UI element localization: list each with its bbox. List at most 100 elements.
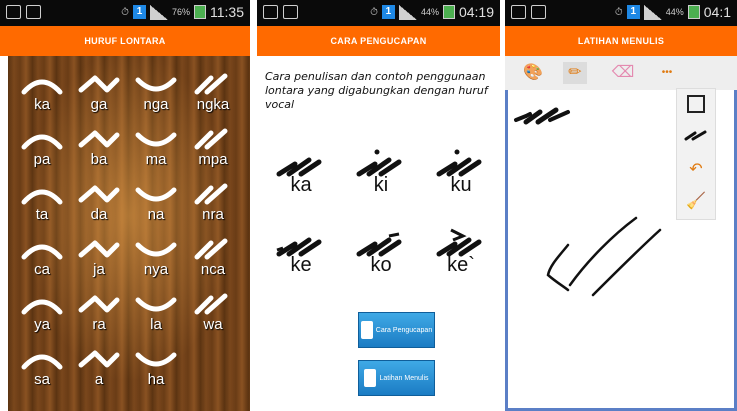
lontara-glyph	[191, 127, 235, 153]
status-bar: ⏱ 1 76% 11:35	[0, 0, 250, 26]
app-title: CARA PENGUCAPAN	[257, 26, 500, 56]
battery-icon	[442, 5, 455, 19]
lontara-glyph	[77, 182, 121, 208]
more-icon[interactable]: •••	[655, 62, 679, 84]
eraser-icon[interactable]: ⌫	[611, 62, 635, 84]
battery-icon	[194, 5, 206, 19]
message-icon	[26, 5, 41, 19]
screen-huruf-lontara: ⏱ 1 76% 11:35 HURUF LONTARA ka ga nga ngka p…	[0, 0, 250, 411]
screen-cara-pengucapan: ⏱ 1 44% 04:19 CARA PENGUCAPAN Cara penul…	[257, 0, 500, 411]
lontara-glyph	[191, 182, 235, 208]
lontara-letter-ta[interactable]: ta	[14, 180, 70, 232]
lontara-letter-sa[interactable]: sa	[14, 345, 70, 397]
stroke-icon[interactable]	[681, 123, 711, 153]
lontara-letter-nca[interactable]: nca	[185, 235, 241, 287]
letter-label: ma	[145, 151, 167, 168]
alarm-icon: ⏱	[370, 6, 378, 18]
example-label: ku	[450, 174, 472, 196]
lontara-letter-nra[interactable]: nra	[185, 180, 241, 232]
lontara-letter-ca[interactable]: ca	[14, 235, 70, 287]
letter-label: ka	[34, 96, 50, 113]
letter-label: nca	[200, 261, 226, 278]
lontara-glyph	[77, 72, 121, 98]
letter-label: ja	[93, 261, 105, 278]
message-icon	[283, 5, 298, 19]
letter-label: da	[90, 206, 108, 223]
image-icon	[511, 5, 526, 19]
latihan-menulis-label: Latihan Menulis	[379, 374, 429, 382]
lontara-letter-da[interactable]: da	[71, 180, 127, 232]
intro-text: Cara penulisan dan contoh penggunaan lon…	[265, 70, 488, 111]
letter-label: wa	[203, 316, 223, 333]
message-icon	[531, 5, 546, 19]
lontara-glyph	[134, 182, 178, 208]
lontara-letter-ngka[interactable]: ngka	[185, 70, 241, 122]
lontara-glyph	[134, 72, 178, 98]
handwritten-stroke	[591, 228, 662, 297]
cara-pengucapan-label: Cara Pengucapan	[375, 326, 433, 334]
battery-percent: 44%	[420, 7, 439, 17]
lontara-letter-nga[interactable]: nga	[128, 70, 184, 122]
clock: 11:35	[210, 4, 244, 20]
lontara-letter-ma[interactable]: ma	[128, 125, 184, 177]
cara-pengucapan-button[interactable]: Cara Pengucapan	[358, 312, 435, 348]
vowel-example-3: ku	[429, 148, 493, 218]
handwritten-stroke	[546, 243, 570, 292]
vowel-example-1: ka	[269, 148, 333, 218]
lontara-letter-ga[interactable]: ga	[71, 70, 127, 122]
lontara-letter-wa[interactable]: wa	[185, 290, 241, 342]
screen-latihan-menulis: ⏱ 1 44% 04:1 LATIHAN MENULIS 🎨 ✏ ⌫ ••• ↶…	[505, 0, 737, 411]
lontara-glyph	[20, 182, 64, 208]
letter-label: na	[147, 206, 165, 223]
letter-label: a	[94, 371, 104, 388]
example-label: ka	[290, 174, 312, 196]
letter-label: sa	[34, 371, 50, 388]
app-title: HURUF LONTARA	[0, 26, 250, 56]
letter-label: ya	[34, 316, 50, 333]
lontara-glyph	[191, 292, 235, 318]
battery-percent: 44%	[665, 7, 684, 17]
lontara-letter-ka[interactable]: ka	[14, 70, 70, 122]
broom-icon[interactable]: 🧹	[681, 187, 711, 217]
lontara-glyph	[134, 292, 178, 318]
lontara-glyph	[77, 127, 121, 153]
letter-label: ra	[92, 316, 106, 333]
speaker-icon	[360, 321, 373, 339]
pencil-icon	[364, 369, 377, 387]
alarm-icon: ⏱	[121, 6, 129, 18]
app-title: LATIHAN MENULIS	[505, 26, 737, 56]
pencil-icon[interactable]: ✏	[563, 62, 587, 84]
lontara-letter-ra[interactable]: ra	[71, 290, 127, 342]
lontara-letter-pa[interactable]: pa	[14, 125, 70, 177]
lontara-letter-mpa[interactable]: mpa	[185, 125, 241, 177]
letter-label: ba	[90, 151, 108, 168]
vowel-example-2: ki	[349, 148, 413, 218]
lontara-glyph	[134, 237, 178, 263]
lontara-letter-ha[interactable]: ha	[128, 345, 184, 397]
lontara-letter-la[interactable]: la	[128, 290, 184, 342]
lontara-letter-ya[interactable]: ya	[14, 290, 70, 342]
handwritten-stroke	[568, 216, 638, 287]
letter-label: pa	[33, 151, 51, 168]
alarm-icon: ⏱	[614, 6, 623, 18]
lontara-glyph	[77, 347, 121, 373]
lontara-letter-na[interactable]: na	[128, 180, 184, 232]
image-icon	[263, 5, 278, 19]
drawing-toolbar: 🎨 ✏ ⌫ •••	[505, 56, 737, 91]
lontara-letter-ba[interactable]: ba	[71, 125, 127, 177]
lontara-letter-ja[interactable]: ja	[71, 235, 127, 287]
latihan-menulis-button[interactable]: Latihan Menulis	[358, 360, 435, 396]
notification-icon: 1	[626, 5, 640, 19]
lontara-letter-a[interactable]: a	[71, 345, 127, 397]
status-bar: ⏱ 1 44% 04:19	[257, 0, 500, 26]
undo-icon[interactable]: ↶	[681, 155, 711, 185]
example-label: ke	[290, 254, 312, 276]
palette-icon[interactable]: 🎨	[521, 62, 545, 84]
sample-glyph	[514, 107, 570, 125]
lontara-letter-nya[interactable]: nya	[128, 235, 184, 287]
letter-label: ca	[34, 261, 50, 278]
status-bar: ⏱ 1 44% 04:1	[505, 0, 737, 26]
letter-label: nra	[202, 206, 224, 223]
vowel-example-4: ke	[269, 228, 333, 298]
square-icon[interactable]	[681, 91, 711, 121]
